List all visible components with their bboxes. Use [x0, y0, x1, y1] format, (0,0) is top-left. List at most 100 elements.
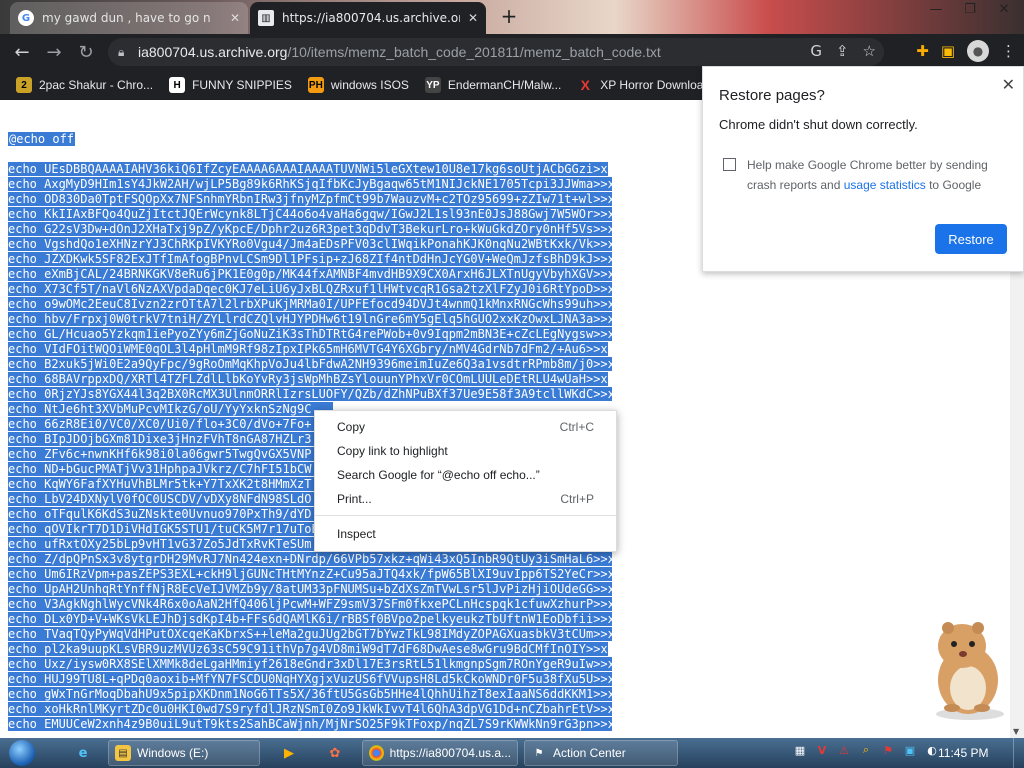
code-line-text: echo o9wOMc2EeuC8Ivzn2zrOTtA7l2lrbXPuKjM… — [8, 297, 612, 311]
forward-icon[interactable]: → — [38, 42, 70, 63]
menu-item-copy-link[interactable]: Copy link to highlight — [315, 439, 616, 463]
scroll-down-icon[interactable]: ▼ — [1013, 727, 1019, 736]
code-line-text: echo eXmBjCAL/24BRNKGKV8eRu6jPK1E0g0p/MK… — [8, 267, 612, 281]
bookmark-star-icon[interactable]: ☆ — [863, 42, 876, 60]
tray-v-icon[interactable]: V — [814, 742, 830, 758]
code-line-text: echo qOVIkrT7D1DiVHdIGK5STU1/tuCK5M7r17u… — [8, 522, 341, 536]
avatar[interactable]: ● — [967, 40, 989, 62]
code-line[interactable]: echo JZXDKwk5SF82ExJTfImAfogBPnvLCSm9Dl1… — [8, 252, 612, 267]
code-line[interactable]: echo VgshdQo1eXHNzrYJ3ChRKpIVKYRo0Vgu4/J… — [8, 237, 612, 252]
back-icon[interactable]: ← — [6, 42, 38, 63]
code-line[interactable]: echo UEsDBBQAAAAIAHV36kiQ6IfZcyEAAAA6AAA… — [8, 162, 612, 177]
code-line-text: echo VgshdQo1eXHNzrYJ3ChRKpIVKYRo0Vgu4/J… — [8, 237, 612, 251]
menu-item-shortcut: Ctrl+P — [560, 492, 594, 506]
minimize-button[interactable]: — — [922, 0, 950, 20]
code-line[interactable]: echo X73Cf5T/naVl6NzAXVpdaDqec0KJ7eLiU6y… — [8, 282, 612, 297]
new-tab-button[interactable]: + — [498, 6, 520, 28]
start-button[interactable] — [2, 738, 42, 768]
code-line[interactable]: echo UpAH2UnhqRtYnffNjR8EcVeIJVMZb9y/8at… — [8, 582, 612, 597]
url-path: /10/items/memz_batch_code_201811/memz_ba… — [287, 44, 661, 60]
code-line[interactable]: echo TVaqTQyPyWqVdHPutOXcqeKaKbrxS++leMa… — [8, 627, 612, 642]
crash-report-label: Help make Google Chrome better by sendin… — [747, 155, 1009, 195]
tab-inactive[interactable]: G my gawd dun , have to go n ✕ — [10, 2, 248, 34]
code-line[interactable]: echo Um6IRzVpm+pasZEPS3EXL+ckH9ljGUNcTHt… — [8, 567, 612, 582]
share-icon[interactable]: ⇪ — [836, 42, 849, 60]
code-line[interactable]: echo Z/dpQPnSx3v8ytgrDH29MvRJ7Nn424exn+D… — [8, 552, 612, 567]
maximize-button[interactable]: ❐ — [956, 0, 984, 20]
code-line[interactable]: echo OD830Da0TptFSQOpXx7NFSnhmYRbnIRw3jf… — [8, 192, 612, 207]
show-desktop-button[interactable] — [1013, 738, 1024, 768]
menu-item-print[interactable]: Print... Ctrl+P — [315, 487, 616, 511]
close-tab-icon[interactable]: ✕ — [468, 11, 478, 25]
usage-statistics-link[interactable]: usage statistics — [844, 178, 926, 192]
echo-off-line[interactable]: @echo off — [8, 132, 76, 146]
taskbar-item-chrome[interactable]: https://ia800704.us.a... — [362, 740, 518, 766]
code-line[interactable]: echo hbv/Frpxj0W0trkV7tniH/ZYLlrdCZQlvHJ… — [8, 312, 612, 327]
h-icon: H — [169, 77, 186, 93]
code-line-text: echo ND+bGucPMATjVv31HphpaJVkrz/C7hFI51b… — [8, 462, 334, 476]
code-line[interactable]: echo B2xuk5jWi0E2a9QyFpc/9gRoOmMqKhpVoJu… — [8, 357, 612, 372]
code-line[interactable]: echo eXmBjCAL/24BRNKGKV8eRu6jPK1E0g0p/MK… — [8, 267, 612, 282]
google-lens-icon[interactable]: G — [810, 42, 822, 60]
restore-button[interactable]: Restore — [935, 224, 1007, 254]
paint-icon[interactable]: ✿ — [322, 742, 348, 764]
code-line-text: echo HUJ99TU8L+qPDq0aoxib+MfYN7FSCDU0NqH… — [8, 672, 612, 686]
lock-icon[interactable]: 🔒︎ — [118, 45, 138, 60]
code-line[interactable]: echo xoHkRnlMKyrtZDc0u0HKI0wd7S9ryfdlJRz… — [8, 702, 612, 717]
code-line[interactable]: echo EMUUCeW2xnh4z9B0uiL9utT9kts2SahBCaW… — [8, 717, 612, 732]
tab-active[interactable]: ▥ https://ia800704.us.archive.org/1 ✕ — [250, 2, 486, 34]
taskbar-item-label: Action Center — [553, 746, 626, 760]
media-player-icon[interactable]: ▶ — [276, 742, 302, 764]
tray-search-icon[interactable]: ⌕ — [858, 742, 874, 758]
menu-item-copy[interactable]: Copy Ctrl+C — [315, 415, 616, 439]
code-line[interactable]: echo KkIIAxBFQo4QuZjItctJQErWcynk8LTjC44… — [8, 207, 612, 222]
code-line-text: echo oTFqulK6KdS3uZNskte0Uvnuo970PxTh9/d… — [8, 507, 334, 521]
bookmark-item[interactable]: PH windows ISOS — [307, 77, 409, 93]
menu-item-label: Copy link to highlight — [337, 444, 448, 458]
code-line[interactable]: echo HUJ99TU8L+qPDq0aoxib+MfYN7FSCDU0NqH… — [8, 672, 612, 687]
crash-report-checkbox[interactable] — [723, 158, 736, 171]
url-host: ia800704.us.archive.org — [138, 44, 288, 60]
close-tab-icon[interactable]: ✕ — [230, 11, 240, 25]
tray-warning-icon[interactable]: ⚠ — [836, 742, 852, 758]
tab-title: my gawd dun , have to go n — [42, 11, 211, 25]
close-window-button[interactable]: ✕ — [990, 0, 1018, 20]
code-line[interactable]: echo Uxz/iysw0RX8SElXMMk8deLgaHMmiyf2618… — [8, 657, 612, 672]
code-line[interactable]: echo 0RjzYJs8YGX44l3q2BX0RcMX3UlnmORRlIz… — [8, 387, 612, 402]
menu-kebab-icon[interactable]: ⋮ — [1001, 42, 1016, 60]
code-line[interactable]: echo VIdFOitWQOiWME0qOL3l4pHlmM9Rf98zIpx… — [8, 342, 612, 357]
code-line[interactable]: echo gWxTnGrMoqDbahU9x5pipXKDnm1NoG6TTs5… — [8, 687, 612, 702]
code-line[interactable]: echo V3AgkNghlWycVNk4R6x0oAaN2HfQ406ljPc… — [8, 597, 612, 612]
menu-divider — [315, 515, 616, 516]
code-line[interactable]: echo 68BAVrppxDQ/XRTl4TZFLZdlLlbKoYvRy3j… — [8, 372, 612, 387]
bookmark-item[interactable]: X XP Horror Download — [577, 77, 711, 93]
code-line[interactable]: echo o9wOMc2EeuC8Ivzn2zrOTtA7l2lrbXPuKjM… — [8, 297, 612, 312]
side-panel-icon[interactable]: ▣ — [941, 42, 955, 60]
code-line[interactable]: echo G22sV3Dw+dOnJ2XHaTxj9pZ/yKpcE/Dphr2… — [8, 222, 612, 237]
menu-item-inspect[interactable]: Inspect — [315, 522, 616, 546]
menu-item-label: Print... — [337, 492, 372, 506]
tray-network-icon[interactable]: ▣ — [902, 742, 918, 758]
taskbar-item-action-center[interactable]: ⚑ Action Center — [524, 740, 678, 766]
menu-item-search-google[interactable]: Search Google for “@echo off echo...” — [315, 463, 616, 487]
code-line-text: echo Um6IRzVpm+pasZEPS3EXL+ckH9ljGUNcTHt… — [8, 567, 612, 581]
reload-icon[interactable]: ↻ — [70, 42, 102, 63]
close-icon[interactable]: ✕ — [1002, 75, 1015, 95]
taskbar-item-explorer[interactable]: ▤ Windows (E:) — [108, 740, 260, 766]
bookmark-item[interactable]: YP EndermanCH/Malw... — [424, 77, 561, 93]
code-line[interactable]: echo DLx0YD+V+WKsVkLEJhDjsdKpI4b+FFs6dQA… — [8, 612, 612, 627]
address-bar[interactable]: 🔒︎ ia800704.us.archive.org/10/items/memz… — [108, 38, 884, 66]
tray-app-icon[interactable]: ▦ — [792, 742, 808, 758]
extensions-icon[interactable]: ✚ — [916, 42, 929, 60]
code-line[interactable]: echo AxgMyD9HIm1sY4JkW2AH/wjLP5Bg89k6RhK… — [8, 177, 612, 192]
tray-flag-icon[interactable]: ⚑ — [880, 742, 896, 758]
menu-item-label: Copy — [337, 420, 366, 434]
hamster-icon[interactable] — [922, 612, 1012, 722]
code-line[interactable]: echo pl2ka9uupKLsVBR9uzMVUz63sC59C91ithV… — [8, 642, 612, 657]
bookmark-item[interactable]: 2 2pac Shakur - Chro... — [16, 77, 153, 93]
bookmark-item[interactable]: H FUNNY SNIPPIES — [169, 77, 292, 93]
clock[interactable]: 11:45 PM — [938, 746, 988, 760]
code-line-text: echo GL/Hcuao5Yzkqm1iePyoZYy6mZjGoNuZiK3… — [8, 327, 612, 341]
code-line[interactable]: echo GL/Hcuao5Yzkqm1iePyoZYy6mZjGoNuZiK3… — [8, 327, 612, 342]
ie-icon[interactable]: e — [70, 742, 96, 764]
